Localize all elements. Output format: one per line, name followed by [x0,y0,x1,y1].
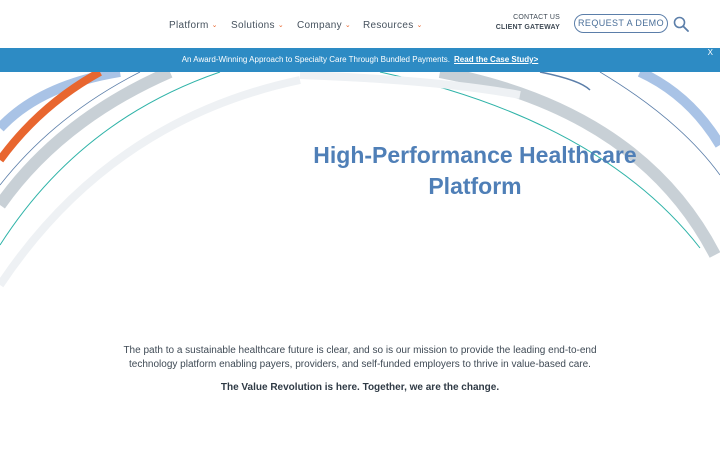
tagline: The Value Revolution is here. Together, … [220,382,500,393]
hero-title-line2: Platform [428,173,522,199]
announcement-banner: An Award-Winning Approach to Specialty C… [0,48,720,72]
nav-platform-label: Platform [169,20,209,31]
client-gateway-link[interactable]: CLIENT GATEWAY [496,23,560,33]
nav-company-label: Company [297,20,342,31]
arc-right-blue [637,72,720,148]
nav-solutions-label: Solutions [231,20,275,31]
nav-platform[interactable]: Platform ⌄ [169,20,218,31]
contact-links: CONTACT US CLIENT GATEWAY [496,13,560,33]
search-icon[interactable] [673,16,689,32]
case-study-link[interactable]: Read the Case Study> [454,55,538,64]
mission-description: The path to a sustainable healthcare fut… [123,345,597,370]
nav-company[interactable]: Company ⌄ [297,20,351,31]
nav-solutions[interactable]: Solutions ⌄ [231,20,284,31]
nav-resources[interactable]: Resources ⌄ [363,20,423,31]
arc-top-short [539,72,591,91]
request-demo-button[interactable]: REQUEST A DEMO [574,14,668,33]
contact-us-link[interactable]: CONTACT US [496,13,560,23]
nav-resources-label: Resources [363,20,414,31]
chevron-down-icon: ⌄ [416,22,423,29]
chevron-down-icon: ⌄ [277,22,285,29]
chevron-down-icon: ⌄ [211,22,218,29]
banner-text: An Award-Winning Approach to Specialty C… [181,55,451,64]
hero-title: High-Performance Healthcare Platform [300,140,650,202]
chevron-down-icon: ⌄ [344,22,352,29]
top-navigation: Platform ⌄ Solutions ⌄ Company ⌄ Resources ⌄… [0,0,720,48]
hero-title-line1: High-Performance Healthcare [313,142,637,168]
close-icon[interactable]: X [708,41,713,65]
